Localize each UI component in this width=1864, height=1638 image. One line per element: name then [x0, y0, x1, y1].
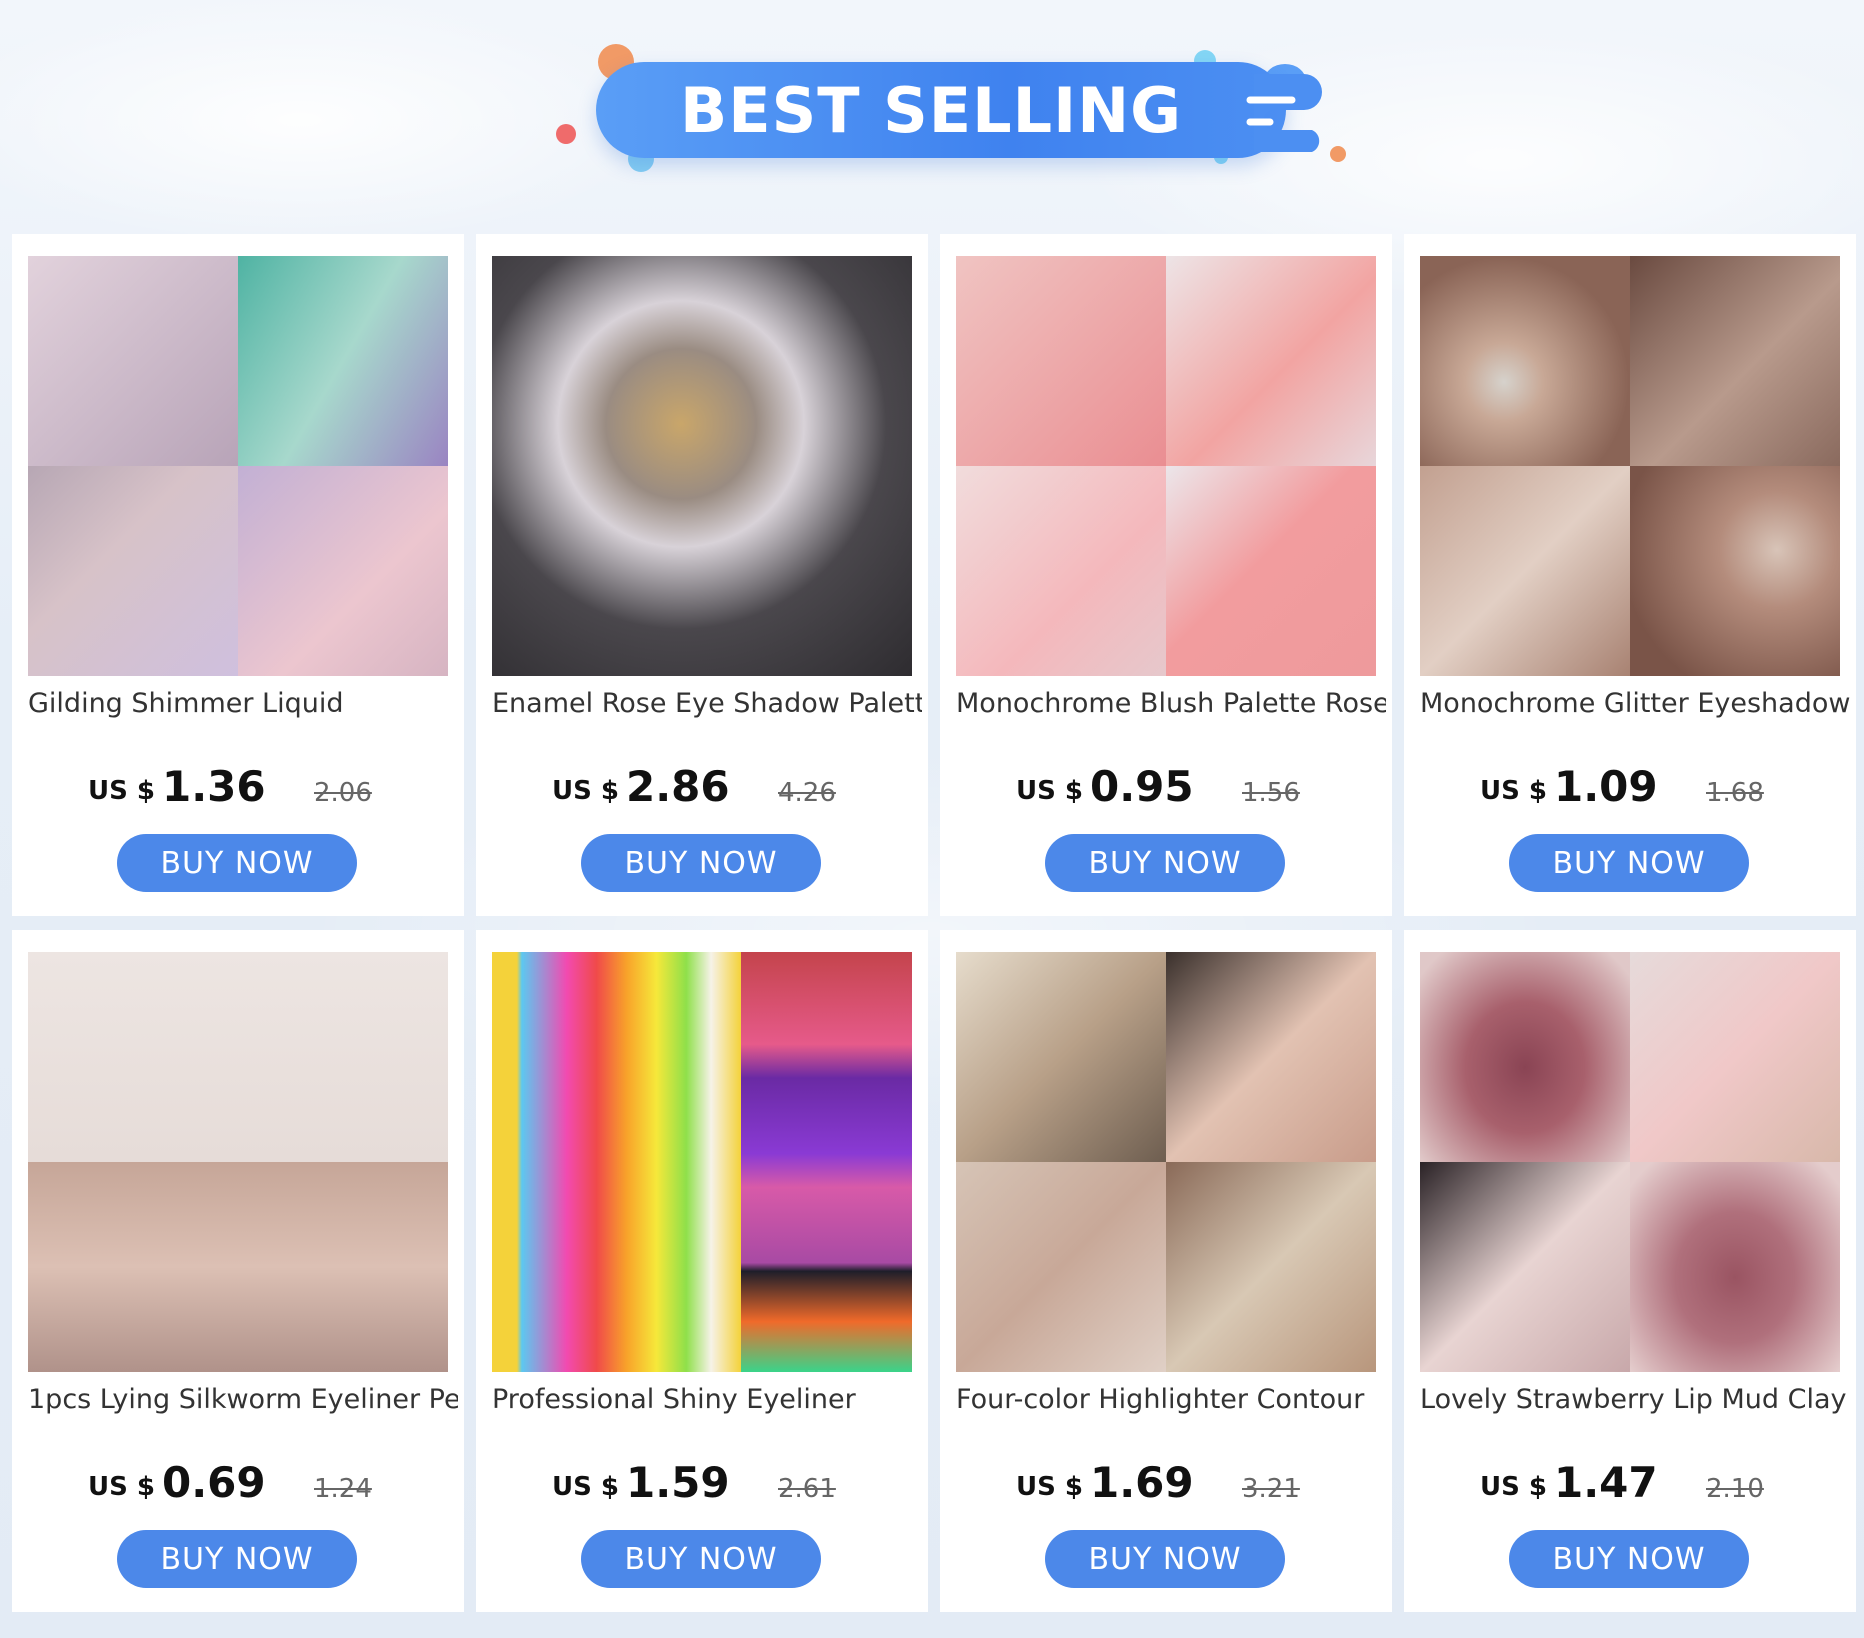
product-title[interactable]: Lovely Strawberry Lip Mud Clay — [1420, 1384, 1850, 1415]
image-tile — [1630, 466, 1840, 676]
product-card[interactable]: Gilding Shimmer Liquid US $ 1.36 2.06 BU… — [12, 234, 464, 916]
image-tile — [28, 952, 448, 1162]
buy-now-button[interactable]: BUY NOW — [1045, 834, 1285, 892]
image-tile — [28, 256, 238, 466]
image-tile — [740, 952, 912, 1372]
sale-price: 2.86 — [626, 762, 730, 811]
decor-dot — [556, 124, 576, 144]
original-price: 1.56 — [1242, 778, 1300, 808]
buy-now-button[interactable]: BUY NOW — [581, 1530, 821, 1588]
image-tile — [1420, 952, 1630, 1162]
currency-label: US $ — [1480, 1472, 1547, 1502]
currency-label: US $ — [552, 1472, 619, 1502]
buy-now-button[interactable]: BUY NOW — [117, 1530, 357, 1588]
product-title[interactable]: Professional Shiny Eyeliner — [492, 1384, 922, 1415]
product-image[interactable] — [1420, 256, 1840, 676]
currency-label: US $ — [1016, 1472, 1083, 1502]
product-card[interactable]: Monochrome Blush Palette Rose US $ 0.95 … — [940, 234, 1392, 916]
product-title[interactable]: 1pcs Lying Silkworm Eyeliner Pen — [28, 1384, 458, 1415]
buy-now-button[interactable]: BUY NOW — [581, 834, 821, 892]
sale-price: 1.59 — [626, 1458, 730, 1507]
product-image[interactable] — [492, 256, 912, 676]
product-title[interactable]: Gilding Shimmer Liquid — [28, 688, 458, 719]
image-tile — [1420, 256, 1630, 466]
product-image[interactable] — [28, 256, 448, 676]
sale-price: 1.69 — [1090, 1458, 1194, 1507]
product-title[interactable]: Monochrome Glitter Eyeshadow — [1420, 688, 1850, 719]
original-price: 1.68 — [1706, 778, 1764, 808]
image-tile — [1166, 256, 1376, 466]
original-price: 2.06 — [314, 778, 372, 808]
image-tile — [1630, 1162, 1840, 1372]
image-tile — [238, 256, 448, 466]
image-tile — [28, 466, 238, 676]
currency-label: US $ — [88, 776, 155, 806]
price-row: US $ 0.69 1.24 — [88, 1454, 448, 1514]
image-tile — [1166, 1162, 1376, 1372]
buy-now-button[interactable]: BUY NOW — [1509, 1530, 1749, 1588]
product-image[interactable] — [956, 256, 1376, 676]
original-price: 2.10 — [1706, 1474, 1764, 1504]
buy-now-button[interactable]: BUY NOW — [117, 834, 357, 892]
price-row: US $ 1.47 2.10 — [1480, 1454, 1840, 1514]
price-row: US $ 0.95 1.56 — [1016, 758, 1376, 818]
product-image[interactable] — [1420, 952, 1840, 1372]
price-row: US $ 1.09 1.68 — [1480, 758, 1840, 818]
image-tile — [956, 466, 1166, 676]
product-card[interactable]: Enamel Rose Eye Shadow Palette US $ 2.86… — [476, 234, 928, 916]
image-tile — [1166, 952, 1376, 1162]
product-card[interactable]: Professional Shiny Eyeliner US $ 1.59 2.… — [476, 930, 928, 1612]
banner-title: BEST SELLING — [679, 73, 1182, 147]
buy-now-button[interactable]: BUY NOW — [1045, 1530, 1285, 1588]
product-title[interactable]: Enamel Rose Eye Shadow Palette — [492, 688, 922, 719]
image-tile — [1630, 256, 1840, 466]
sale-price: 1.09 — [1554, 762, 1658, 811]
original-price: 4.26 — [778, 778, 836, 808]
image-tile — [1420, 466, 1630, 676]
product-image[interactable] — [492, 952, 912, 1372]
image-tile — [956, 256, 1166, 466]
buy-now-button[interactable]: BUY NOW — [1509, 834, 1749, 892]
image-tile — [492, 952, 741, 1372]
best-selling-banner: BEST SELLING — [0, 0, 1864, 220]
image-tile — [1420, 1162, 1630, 1372]
product-image[interactable] — [28, 952, 448, 1372]
image-tile — [1166, 466, 1376, 676]
currency-label: US $ — [552, 776, 619, 806]
product-card[interactable]: Four-color Highlighter Contour US $ 1.69… — [940, 930, 1392, 1612]
original-price: 1.24 — [314, 1474, 372, 1504]
price-row: US $ 1.69 3.21 — [1016, 1454, 1376, 1514]
product-card[interactable]: Lovely Strawberry Lip Mud Clay US $ 1.47… — [1404, 930, 1856, 1612]
price-row: US $ 1.36 2.06 — [88, 758, 448, 818]
image-tile — [28, 1162, 448, 1372]
sale-price: 0.69 — [162, 1458, 266, 1507]
product-image[interactable] — [956, 952, 1376, 1372]
sale-price: 0.95 — [1090, 762, 1194, 811]
price-row: US $ 2.86 4.26 — [552, 758, 912, 818]
sale-price: 1.36 — [162, 762, 266, 811]
image-tile — [1630, 952, 1840, 1162]
original-price: 2.61 — [778, 1474, 836, 1504]
image-tile — [956, 1162, 1166, 1372]
currency-label: US $ — [1480, 776, 1547, 806]
product-title[interactable]: Four-color Highlighter Contour — [956, 1384, 1386, 1415]
original-price: 3.21 — [1242, 1474, 1300, 1504]
product-card[interactable]: Monochrome Glitter Eyeshadow US $ 1.09 1… — [1404, 234, 1856, 916]
currency-label: US $ — [1016, 776, 1083, 806]
currency-label: US $ — [88, 1472, 155, 1502]
product-grid: Gilding Shimmer Liquid US $ 1.36 2.06 BU… — [12, 234, 1856, 1612]
image-tile — [238, 466, 448, 676]
image-tile — [956, 952, 1166, 1162]
price-row: US $ 1.59 2.61 — [552, 1454, 912, 1514]
product-card[interactable]: 1pcs Lying Silkworm Eyeliner Pen US $ 0.… — [12, 930, 464, 1612]
sale-price: 1.47 — [1554, 1458, 1658, 1507]
product-title[interactable]: Monochrome Blush Palette Rose — [956, 688, 1386, 719]
